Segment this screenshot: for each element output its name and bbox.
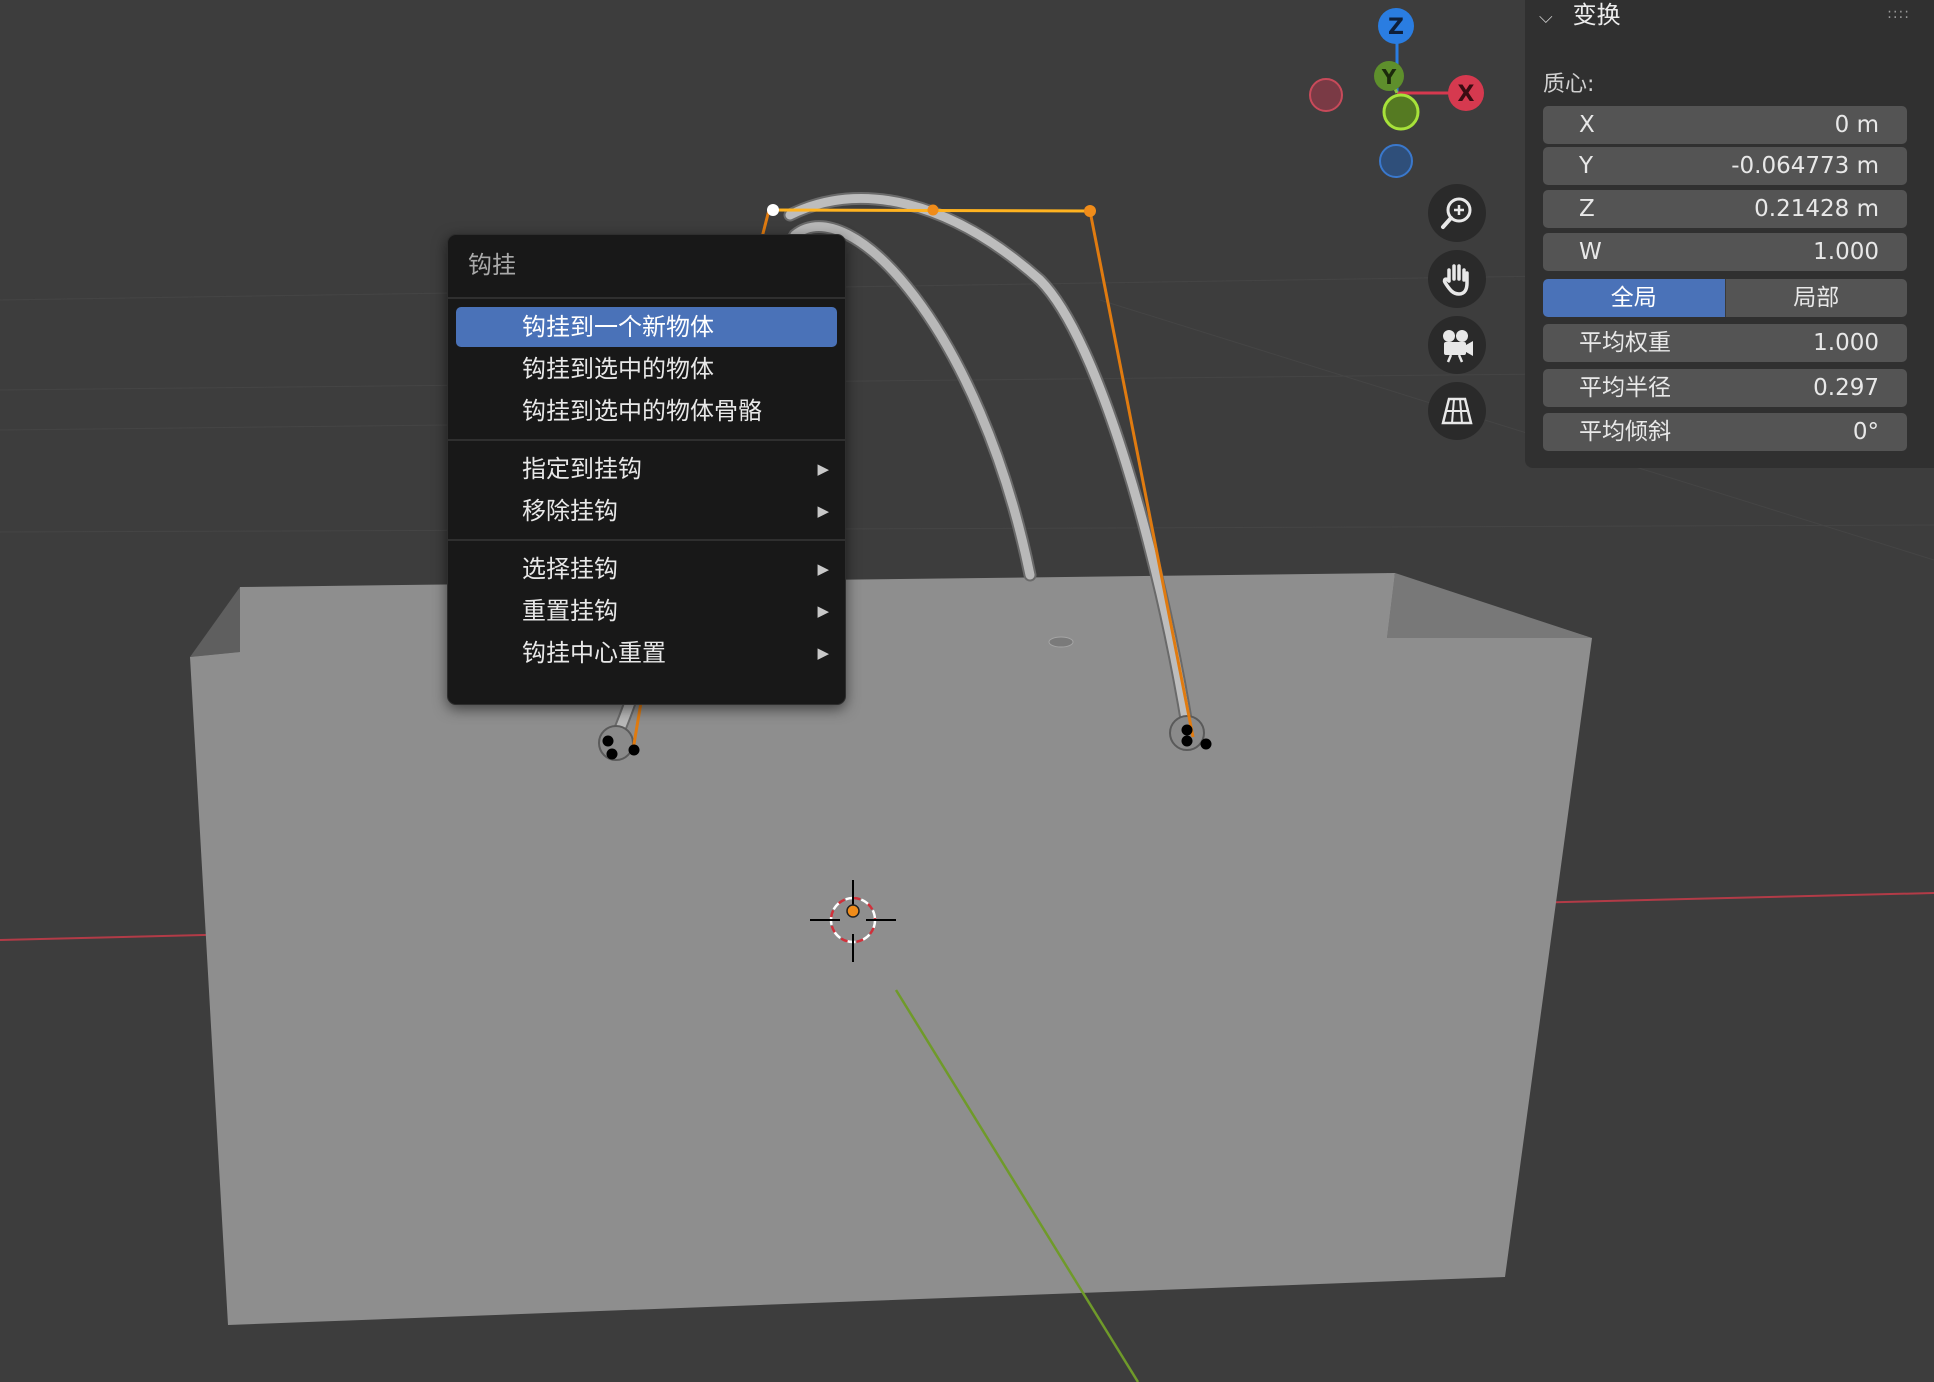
menu-item-label: 钩挂中心重置: [522, 639, 666, 667]
median-w-field[interactable]: W 1.000: [1543, 233, 1907, 271]
neg-y-axis-handle[interactable]: [1382, 93, 1420, 131]
field-label: W: [1579, 239, 1602, 265]
camera-view-icon: [1443, 330, 1473, 363]
camera-view-button[interactable]: [1428, 316, 1486, 374]
field-label: Z: [1579, 196, 1595, 222]
field-value: 0.297: [1813, 375, 1879, 401]
pan-button[interactable]: [1428, 250, 1486, 308]
gizmo-x-label: X: [1458, 82, 1475, 107]
menu-item-label: 移除挂钩: [522, 497, 618, 525]
zoom-button[interactable]: [1428, 184, 1486, 242]
field-value: 0 m: [1834, 112, 1879, 138]
median-y-field[interactable]: Y -0.064773 m: [1543, 147, 1907, 185]
field-value: 0°: [1852, 419, 1879, 445]
global-toggle-button[interactable]: 全局: [1543, 279, 1725, 317]
submenu-arrow-icon: ▶: [817, 602, 829, 620]
menu-title: 钩挂: [448, 235, 845, 299]
menu-item-hook-to-selected-bone[interactable]: 钩挂到选中的物体骨骼: [456, 391, 837, 431]
space-toggle: 全局 局部: [1543, 279, 1907, 317]
submenu-arrow-icon: ▶: [817, 644, 829, 662]
field-label: 平均半径: [1579, 375, 1671, 401]
local-toggle-button[interactable]: 局部: [1724, 279, 1907, 317]
field-value: 0.21428 m: [1754, 196, 1879, 222]
field-label: 平均权重: [1579, 330, 1671, 356]
box-mesh[interactable]: [190, 573, 1592, 1325]
drag-handle-icon[interactable]: ::::: [1887, 6, 1910, 22]
perspective-grid-icon: [1441, 397, 1473, 425]
menu-item-label: 钩挂到选中的物体骨骼: [522, 397, 762, 425]
menu-group-select-reset: 选择挂钩 ▶ 重置挂钩 ▶ 钩挂中心重置 ▶: [448, 541, 845, 681]
menu-item-label: 指定到挂钩: [522, 455, 642, 483]
menu-item-label: 选择挂钩: [522, 555, 618, 583]
transform-panel: ⌵ 变换 :::: 质心: X 0 m Y -0.064773 m Z 0.21…: [1525, 0, 1934, 468]
panel-header[interactable]: ⌵ 变换: [1539, 0, 1621, 32]
menu-item-label: 重置挂钩: [522, 597, 618, 625]
hooks-context-menu[interactable]: 钩挂 钩挂到一个新物体 钩挂到选中的物体 钩挂到选中的物体骨骼 指定到挂钩 ▶ …: [447, 234, 846, 705]
menu-item-label: 钩挂到一个新物体: [522, 313, 714, 341]
menu-item-hook-to-new-object[interactable]: 钩挂到一个新物体: [456, 307, 837, 347]
field-label: 平均倾斜: [1579, 419, 1671, 445]
submenu-arrow-icon: ▶: [817, 460, 829, 478]
field-value: 1.000: [1813, 330, 1879, 356]
median-label: 质心:: [1543, 72, 1595, 97]
mean-tilt-field[interactable]: 平均倾斜 0°: [1543, 413, 1907, 451]
median-z-field[interactable]: Z 0.21428 m: [1543, 190, 1907, 228]
menu-item-remove-hook[interactable]: 移除挂钩 ▶: [456, 491, 837, 531]
menu-group-assign-remove: 指定到挂钩 ▶ 移除挂钩 ▶: [448, 441, 845, 541]
orientation-gizmo[interactable]: Z Y X: [1309, 8, 1484, 178]
menu-item-reset-hook[interactable]: 重置挂钩 ▶: [456, 591, 837, 631]
zoom-icon: [1441, 197, 1472, 229]
field-label: Y: [1579, 153, 1594, 179]
mean-weight-field[interactable]: 平均权重 1.000: [1543, 324, 1907, 362]
menu-item-assign-to-hook[interactable]: 指定到挂钩 ▶: [456, 449, 837, 489]
neg-z-axis-handle[interactable]: [1379, 144, 1413, 178]
field-label: X: [1579, 112, 1595, 138]
pan-hand-icon: [1442, 264, 1469, 296]
panel-title: 变换: [1572, 1, 1621, 29]
field-value: 1.000: [1813, 239, 1879, 265]
gizmo-z-label: Z: [1388, 15, 1404, 40]
menu-item-label: 钩挂到选中的物体: [522, 355, 714, 383]
perspective-toggle-button[interactable]: [1428, 382, 1486, 440]
menu-group-hook-to: 钩挂到一个新物体 钩挂到选中的物体 钩挂到选中的物体骨骼: [448, 299, 845, 441]
neg-x-axis-handle[interactable]: [1309, 78, 1343, 112]
menu-item-hook-to-selected-object[interactable]: 钩挂到选中的物体: [456, 349, 837, 389]
field-value: -0.064773 m: [1731, 153, 1879, 179]
menu-item-recenter-hook[interactable]: 钩挂中心重置 ▶: [456, 633, 837, 673]
menu-item-select-hook[interactable]: 选择挂钩 ▶: [456, 549, 837, 589]
median-x-field[interactable]: X 0 m: [1543, 106, 1907, 144]
gizmo-y-label: Y: [1381, 65, 1397, 89]
submenu-arrow-icon: ▶: [817, 560, 829, 578]
mean-radius-field[interactable]: 平均半径 0.297: [1543, 369, 1907, 407]
chevron-down-icon[interactable]: ⌵: [1539, 3, 1565, 33]
submenu-arrow-icon: ▶: [817, 502, 829, 520]
